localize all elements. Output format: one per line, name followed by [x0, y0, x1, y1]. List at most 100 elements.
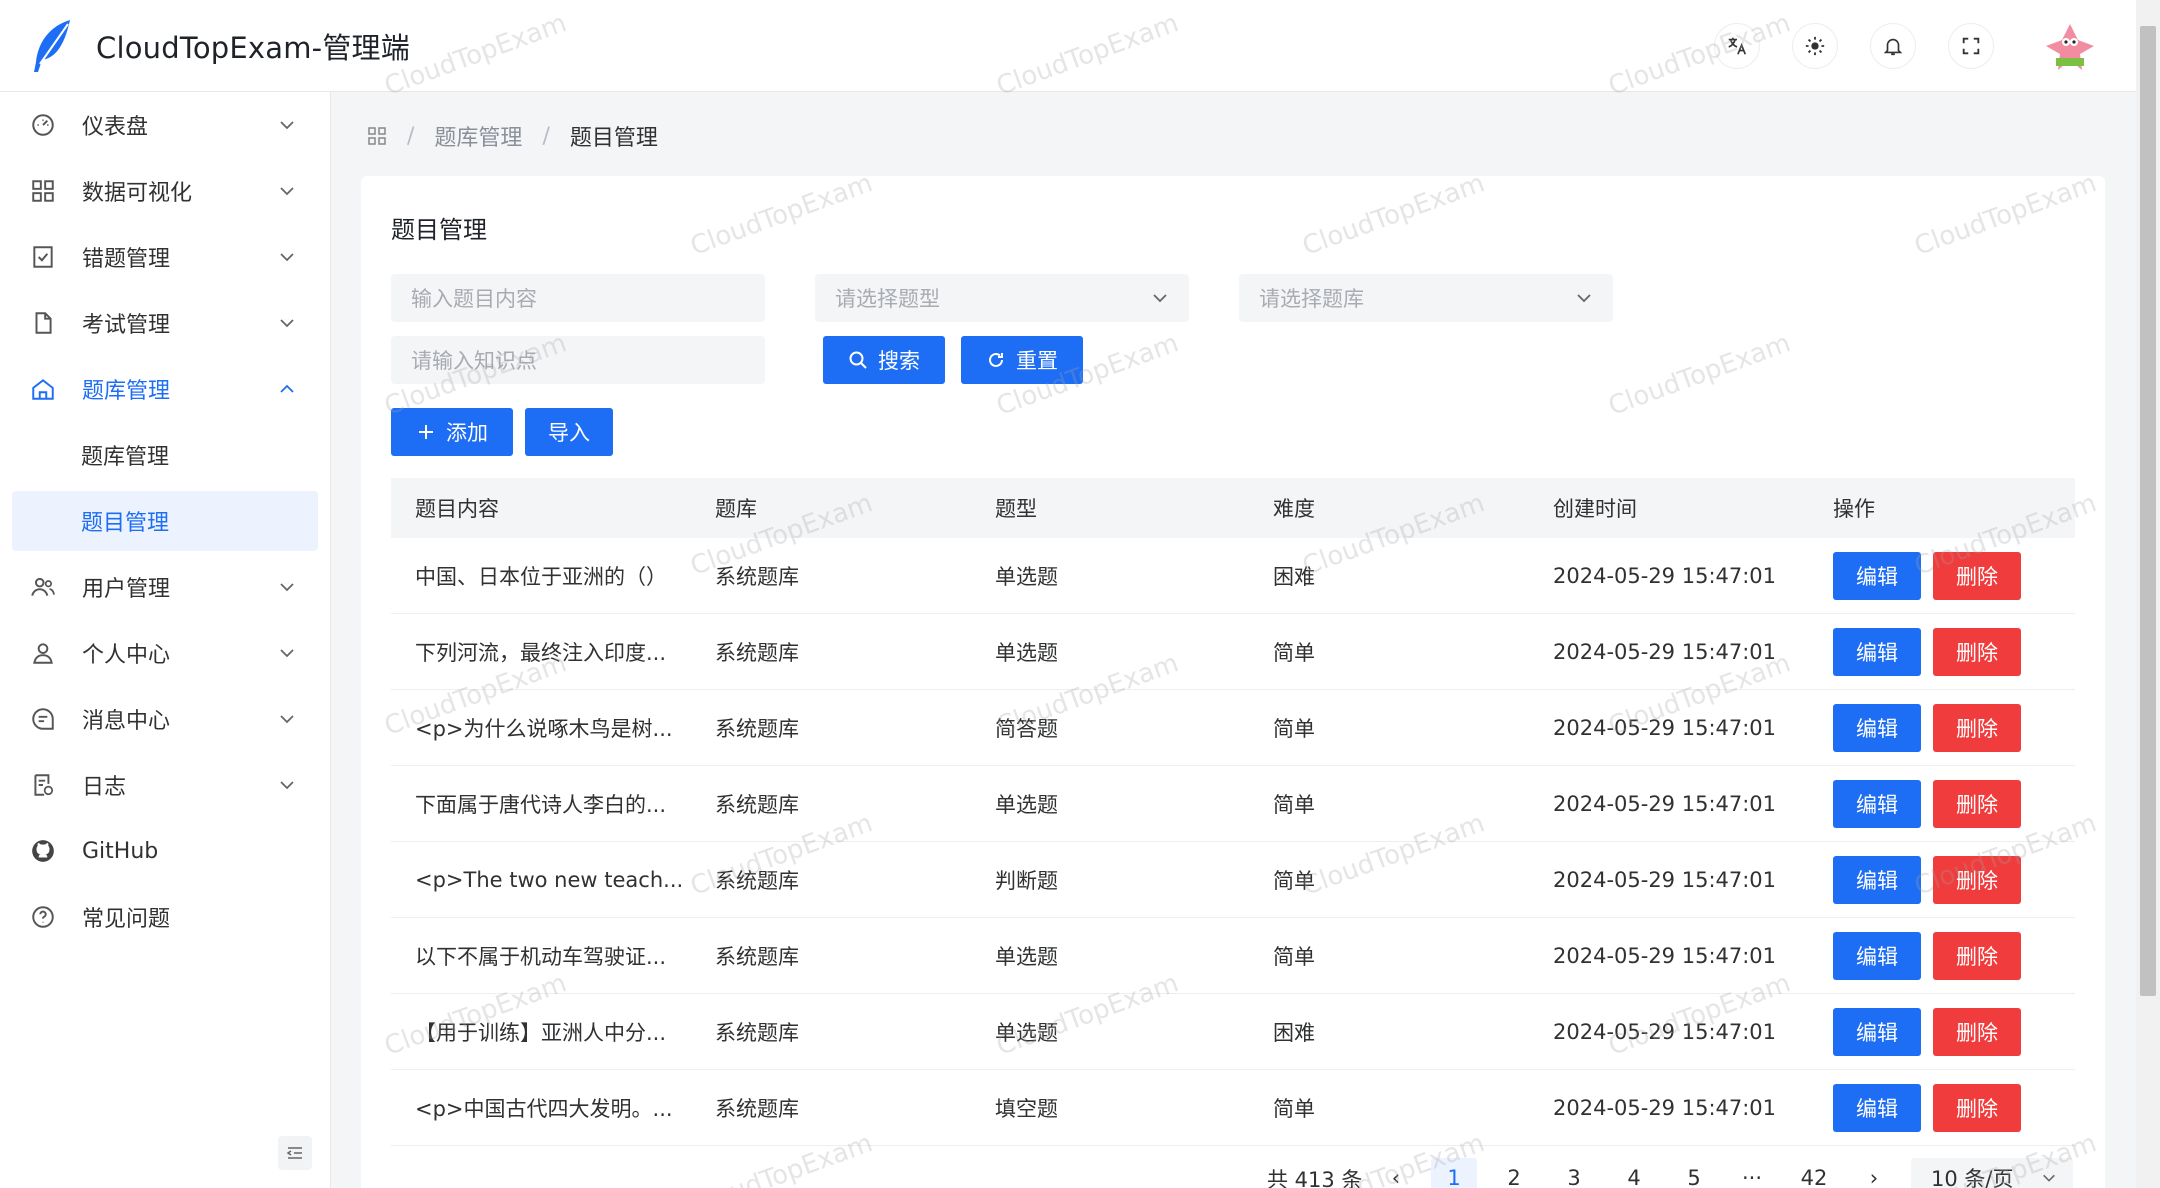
vertical-scrollbar[interactable] — [2136, 0, 2160, 1188]
sidebar-item-users[interactable]: 用户管理 — [0, 554, 330, 620]
cell-type: 单选题 — [995, 944, 1058, 969]
search-button-label: 搜索 — [878, 349, 920, 373]
edit-button[interactable]: 编辑 — [1833, 855, 1921, 904]
sidebar-collapse-button[interactable] — [278, 1136, 312, 1170]
question-content-input[interactable]: 输入题目内容 — [391, 274, 765, 322]
home-icon — [30, 376, 56, 402]
more-pages-button[interactable]: ··· — [1729, 1158, 1775, 1188]
last-page-button[interactable]: 42 — [1791, 1158, 1837, 1188]
sidebar-item-exams[interactable]: 考试管理 — [0, 290, 330, 356]
edit-button[interactable]: 编辑 — [1833, 1083, 1921, 1132]
search-button[interactable]: 搜索 — [823, 336, 945, 384]
cell-difficulty: 简单 — [1273, 868, 1315, 893]
search-icon — [849, 351, 867, 369]
question-type-select[interactable]: 请选择题型 — [815, 274, 1189, 322]
cell-actions: 编辑 删除 — [1809, 1083, 2075, 1132]
apps-icon[interactable] — [367, 126, 387, 146]
sidebar-item-wrong-questions[interactable]: 错题管理 — [0, 224, 330, 290]
pagination: 共 413 条 ‹ 1 2 3 4 5 ··· 42 › 10 条/页 — [331, 1158, 2136, 1188]
delete-button[interactable]: 删除 — [1933, 779, 2021, 828]
sidebar-item-visualization[interactable]: 数据可视化 — [0, 158, 330, 224]
question-bank-select[interactable]: 请选择题库 — [1239, 274, 1613, 322]
column-header: 操作 — [1833, 497, 1875, 521]
sidebar-item-label: GitHub — [82, 838, 159, 864]
import-button[interactable]: 导入 — [525, 408, 613, 456]
breadcrumb-item[interactable]: 题库管理 — [434, 120, 522, 152]
edit-button[interactable]: 编辑 — [1833, 931, 1921, 980]
cell-actions: 编辑 删除 — [1809, 703, 2075, 752]
sidebar-item-dashboard[interactable]: 仪表盘 — [0, 92, 330, 158]
cell-content: 下列河流，最终注入印度... — [415, 640, 667, 665]
page-button-2[interactable]: 2 — [1491, 1158, 1537, 1188]
edit-button[interactable]: 编辑 — [1833, 779, 1921, 828]
sidebar-subitem-question-management[interactable]: 题目管理 — [12, 491, 318, 551]
questions-table: 题目内容 题库 题型 难度 创建时间 操作 中国、日本位于亚洲的（） 系统题库 单选… — [391, 478, 2075, 1146]
select-placeholder: 请选择题库 — [1259, 287, 1364, 311]
cell-actions: 编辑 删除 — [1809, 627, 2075, 676]
edit-button[interactable]: 编辑 — [1833, 551, 1921, 600]
theme-toggle-button[interactable] — [1792, 23, 1838, 69]
chevron-down-icon — [280, 187, 294, 196]
edit-button[interactable]: 编辑 — [1833, 627, 1921, 676]
scrollbar-thumb[interactable] — [2140, 26, 2156, 996]
sidebar-item-label: 常见问题 — [82, 907, 171, 932]
page-button-1[interactable]: 1 — [1431, 1158, 1477, 1188]
sidebar-item-label: 日志 — [82, 775, 127, 800]
delete-button[interactable]: 删除 — [1933, 1007, 2021, 1056]
fullscreen-icon — [1962, 37, 1980, 55]
notification-button[interactable] — [1870, 23, 1916, 69]
translate-button[interactable] — [1714, 23, 1760, 69]
fullscreen-button[interactable] — [1948, 23, 1994, 69]
next-page-button[interactable]: › — [1851, 1158, 1897, 1188]
sidebar-item-messages[interactable]: 消息中心 — [0, 686, 330, 752]
avatar-image — [2042, 18, 2098, 74]
chevron-down-icon — [1577, 294, 1591, 303]
import-button-label: 导入 — [548, 421, 590, 445]
page-button-4[interactable]: 4 — [1611, 1158, 1657, 1188]
user-icon — [30, 640, 56, 666]
chevron-down-icon — [280, 781, 294, 790]
users-icon — [30, 574, 56, 600]
delete-button[interactable]: 删除 — [1933, 855, 2021, 904]
sidebar-item-profile[interactable]: 个人中心 — [0, 620, 330, 686]
cell-created: 2024-05-29 15:47:01 — [1553, 1095, 1777, 1120]
knowledge-point-input[interactable]: 请输入知识点 — [391, 336, 765, 384]
user-avatar[interactable] — [2042, 18, 2098, 74]
table-row: 下列河流，最终注入印度... 系统题库 单选题 简单 2024-05-29 15:47:… — [391, 614, 2075, 690]
reset-button[interactable]: 重置 — [961, 336, 1083, 384]
delete-button[interactable]: 删除 — [1933, 703, 2021, 752]
cell-repo: 系统题库 — [715, 1020, 799, 1045]
cell-repo: 系统题库 — [715, 868, 799, 893]
chevron-up-icon — [280, 384, 294, 393]
edit-button[interactable]: 编辑 — [1833, 1007, 1921, 1056]
question-card: 题目管理 输入题目内容 请选择题型 请选择题库 请输入知识点 搜索 重置 添加 — [361, 176, 2105, 1188]
edit-button[interactable]: 编辑 — [1833, 703, 1921, 752]
cell-difficulty: 困难 — [1273, 1020, 1315, 1045]
add-question-button[interactable]: 添加 — [391, 408, 513, 456]
delete-button[interactable]: 删除 — [1933, 551, 2021, 600]
sidebar-item-github[interactable]: GitHub — [0, 818, 330, 884]
page-button-3[interactable]: 3 — [1551, 1158, 1597, 1188]
cell-type: 简答题 — [995, 716, 1058, 741]
cell-repo: 系统题库 — [715, 640, 799, 665]
feather-logo-icon — [34, 19, 70, 72]
cell-content: 下面属于唐代诗人李白的... — [415, 792, 667, 817]
delete-button[interactable]: 删除 — [1933, 1083, 2021, 1132]
sidebar-subitem-bank-management[interactable]: 题库管理 — [0, 422, 330, 488]
brand[interactable]: CloudTopExam-管理端 — [0, 18, 410, 74]
prev-page-button[interactable]: ‹ — [1373, 1158, 1419, 1188]
sidebar-item-faq[interactable]: 常见问题 — [0, 884, 330, 950]
translate-icon — [1728, 37, 1747, 55]
grid-icon — [30, 178, 56, 204]
page-size-select[interactable]: 10 条/页 — [1911, 1158, 2073, 1188]
table-body: 中国、日本位于亚洲的（） 系统题库 单选题 困难 2024-05-29 15:47:01… — [391, 538, 2075, 1146]
sidebar-item-logs[interactable]: 日志 — [0, 752, 330, 818]
cell-content: 以下不属于机动车驾驶证... — [415, 944, 667, 969]
delete-button[interactable]: 删除 — [1933, 931, 2021, 980]
cell-difficulty: 简单 — [1273, 640, 1315, 665]
cell-difficulty: 困难 — [1273, 564, 1315, 589]
sidebar-item-question-bank[interactable]: 题库管理 — [0, 356, 330, 422]
page-button-5[interactable]: 5 — [1671, 1158, 1717, 1188]
delete-button[interactable]: 删除 — [1933, 627, 2021, 676]
sidebar: 仪表盘 数据可视化 错题管理 考试管理 题库管理 题库管理 题目管理 用户管理 … — [0, 92, 331, 1188]
